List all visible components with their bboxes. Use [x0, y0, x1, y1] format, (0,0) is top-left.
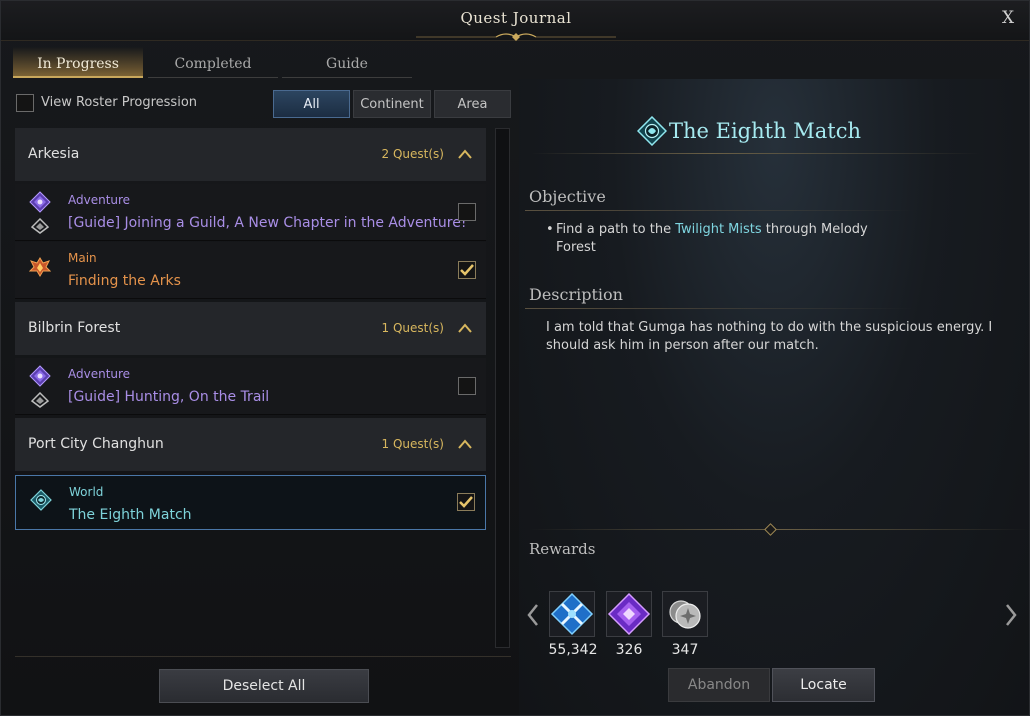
- reward-slot[interactable]: [549, 591, 595, 637]
- group-name: Port City Changhun: [28, 436, 164, 452]
- quest-track-checkbox[interactable]: [457, 493, 475, 511]
- description-text: I am told that Gumga has nothing to do w…: [546, 320, 993, 353]
- group-header-bilbrin-forest[interactable]: Bilbrin Forest 1 Quest(s): [15, 302, 486, 355]
- divider: [15, 656, 511, 657]
- divider: [531, 153, 981, 154]
- objective-before: Find a path to the: [556, 222, 676, 237]
- adventure-quest-icon: [29, 365, 51, 387]
- tab-completed[interactable]: Completed: [148, 47, 278, 78]
- tab-in-progress[interactable]: In Progress: [13, 47, 143, 78]
- quest-name: [Guide] Joining a Guild, A New Chapter i…: [68, 215, 467, 231]
- purple-diamond-emblem-icon: [607, 592, 651, 636]
- quest-row[interactable]: Adventure [Guide] Joining a Guild, A New…: [15, 184, 486, 241]
- world-quest-icon: [30, 489, 52, 511]
- quest-track-checkbox[interactable]: [458, 377, 476, 395]
- quest-type: Main: [68, 251, 97, 265]
- objective-text: • Find a path to the Twilight Mists thro…: [546, 221, 906, 257]
- title-bar: Quest Journal X: [1, 1, 1029, 41]
- description-header: Description: [529, 285, 623, 304]
- group-header-arkesia[interactable]: Arkesia 2 Quest(s): [15, 128, 486, 181]
- divider: [529, 529, 1029, 530]
- quest-type: Adventure: [68, 367, 131, 381]
- main-quest-icon: [29, 257, 51, 277]
- group-quest-count: 1 Quest(s): [381, 321, 444, 335]
- roster-label: View Roster Progression: [41, 95, 198, 110]
- quest-track-checkbox[interactable]: [458, 261, 476, 279]
- objective-highlight-link[interactable]: Twilight Mists: [675, 222, 761, 237]
- quest-journal-window: Quest Journal X In Progress Completed Gu…: [0, 0, 1030, 716]
- group-quest-count: 2 Quest(s): [381, 147, 444, 161]
- filter-area[interactable]: Area: [434, 90, 511, 118]
- quest-name: Finding the Arks: [68, 273, 181, 289]
- reward-slot[interactable]: [606, 591, 652, 637]
- quest-name: The Eighth Match: [69, 507, 192, 523]
- rewards-prev-arrow-icon[interactable]: [525, 601, 541, 629]
- adventure-quest-icon: [29, 191, 51, 213]
- roster-checkbox[interactable]: [16, 94, 34, 112]
- collapse-caret-icon[interactable]: [458, 148, 472, 160]
- rewards-next-arrow-icon[interactable]: [1003, 601, 1019, 629]
- quest-list-scrollbar[interactable]: [495, 128, 510, 648]
- guide-marker-icon: [31, 218, 49, 234]
- quest-row[interactable]: Adventure [Guide] Hunting, On the Trail: [15, 358, 486, 415]
- quest-list: Arkesia 2 Quest(s) Adventure [Guide] Joi…: [15, 128, 487, 648]
- group-header-port-city-changhun[interactable]: Port City Changhun 1 Quest(s): [15, 418, 486, 471]
- rewards-header: Rewards: [529, 540, 596, 558]
- quest-row-selected[interactable]: World The Eighth Match: [15, 475, 486, 530]
- locate-button[interactable]: Locate: [772, 668, 875, 702]
- collapse-caret-icon[interactable]: [458, 322, 472, 334]
- group-name: Arkesia: [28, 146, 80, 162]
- guide-marker-icon: [31, 392, 49, 408]
- close-button[interactable]: X: [997, 7, 1019, 29]
- filter-continent[interactable]: Continent: [353, 90, 431, 118]
- quest-name: [Guide] Hunting, On the Trail: [68, 389, 270, 405]
- quest-type: Adventure: [68, 193, 131, 207]
- bullet-icon: •: [546, 222, 554, 237]
- divider: [525, 210, 915, 211]
- quest-track-checkbox[interactable]: [458, 203, 476, 221]
- quest-detail-title: The Eighth Match: [669, 119, 862, 143]
- title-ornament-icon: [416, 33, 616, 41]
- quest-row[interactable]: Main Finding the Arks: [15, 242, 486, 299]
- deselect-all-button[interactable]: Deselect All: [159, 669, 369, 703]
- reward-value: 326: [615, 642, 643, 658]
- quest-detail-panel: [519, 79, 1029, 715]
- collapse-caret-icon[interactable]: [458, 438, 472, 450]
- checkmark-icon: [460, 264, 474, 276]
- tab-guide[interactable]: Guide: [282, 47, 412, 78]
- filter-all[interactable]: All: [273, 90, 350, 118]
- divider: [525, 308, 915, 309]
- abandon-button[interactable]: Abandon: [668, 668, 770, 702]
- quest-type: World: [69, 485, 104, 499]
- silver-coins-icon: [669, 600, 701, 629]
- objective-header: Objective: [529, 187, 606, 206]
- reward-value: 55,342: [548, 642, 598, 658]
- group-name: Bilbrin Forest: [28, 320, 121, 336]
- checkmark-icon: [459, 496, 473, 508]
- window-title: Quest Journal: [460, 9, 572, 27]
- reward-value: 347: [671, 642, 699, 658]
- reward-slot[interactable]: [662, 591, 708, 637]
- world-quest-icon: [637, 116, 667, 146]
- blue-crossed-swords-icon: [550, 592, 594, 636]
- group-quest-count: 1 Quest(s): [381, 437, 444, 451]
